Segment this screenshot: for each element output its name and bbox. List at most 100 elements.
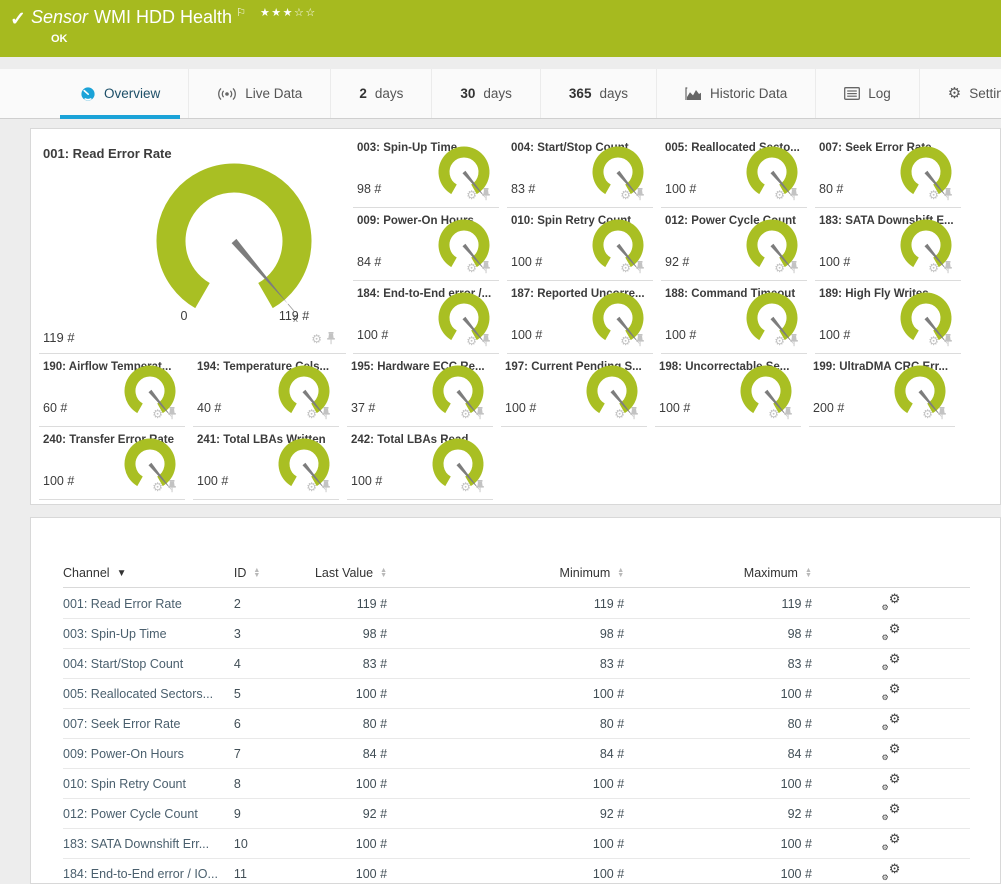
column-header-last-value[interactable]: Last Value▲▼ <box>303 566 387 580</box>
table-row[interactable]: 183: SATA Downshift Err...10100 #100 #10… <box>63 829 970 859</box>
tab-log[interactable]: Log <box>815 69 919 118</box>
channel-settings-gear-icon[interactable]: ⚙ <box>466 262 477 274</box>
gauge-tile[interactable]: 004: Start/Stop Count 83 #⚙ <box>507 136 653 208</box>
tab-365-days[interactable]: 365days <box>540 69 656 118</box>
tab-live-data[interactable]: Live Data <box>188 69 330 118</box>
channel-settings-gear-icon[interactable]: ⚙ <box>774 262 785 274</box>
gauge-tile[interactable]: 190: Airflow Temperat... 60 #⚙ <box>39 355 185 427</box>
column-header-maximum[interactable]: Maximum▲▼ <box>624 566 812 580</box>
pin-icon[interactable] <box>481 261 491 274</box>
table-row[interactable]: 010: Spin Retry Count8100 #100 #100 #⚙⚙ <box>63 769 970 799</box>
channel-settings-gear-icon[interactable]: ⚙ <box>928 189 939 201</box>
gauge-tile[interactable]: 009: Power-On Hours 84 #⚙ <box>353 209 499 281</box>
gauge-tile[interactable]: 199: UltraDMA CRC Err... 200 #⚙ <box>809 355 955 427</box>
cell-channel[interactable]: 004: Start/Stop Count <box>63 657 234 671</box>
channel-settings-gear-icon[interactable]: ⚙ <box>152 408 163 420</box>
table-row[interactable]: 003: Spin-Up Time398 #98 #98 #⚙⚙ <box>63 619 970 649</box>
gauge-tile[interactable]: 240: Transfer Error Rate 100 #⚙ <box>39 428 185 500</box>
channel-settings-gear-icon[interactable]: ⚙ <box>306 481 317 493</box>
gauge-tile[interactable]: 183: SATA Downshift E... 100 #⚙ <box>815 209 961 281</box>
channel-settings-gear-icon[interactable]: ⚙ <box>466 335 477 347</box>
gauge-tile[interactable]: 005: Reallocated Secto... 100 #⚙ <box>661 136 807 208</box>
pin-icon[interactable] <box>167 480 177 493</box>
channel-settings-gear-icon[interactable]: ⚙ <box>620 262 631 274</box>
channel-settings-gear-icon[interactable]: ⚙ <box>306 408 317 420</box>
channel-settings-gear-icon[interactable]: ⚙ <box>774 335 785 347</box>
pin-icon[interactable] <box>943 188 953 201</box>
cell-channel[interactable]: 184: End-to-End error / IO... <box>63 867 234 881</box>
cell-channel[interactable]: 010: Spin Retry Count <box>63 777 234 791</box>
channel-gears-icon[interactable]: ⚙⚙ <box>881 864 900 881</box>
column-header-channel[interactable]: Channel▼ <box>63 566 234 580</box>
pin-icon[interactable] <box>481 188 491 201</box>
table-row[interactable]: 001: Read Error Rate2119 #119 #119 #⚙⚙ <box>63 589 970 619</box>
pin-icon[interactable] <box>326 332 336 345</box>
channel-settings-gear-icon[interactable]: ⚙ <box>311 333 322 345</box>
channel-settings-gear-icon[interactable]: ⚙ <box>614 408 625 420</box>
channel-gears-icon[interactable]: ⚙⚙ <box>881 594 900 611</box>
channel-settings-gear-icon[interactable]: ⚙ <box>768 408 779 420</box>
gauge-tile[interactable]: 197: Current Pending S... 100 #⚙ <box>501 355 647 427</box>
gauge-tile[interactable]: 195: Hardware ECC Re... 37 #⚙ <box>347 355 493 427</box>
channel-settings-gear-icon[interactable]: ⚙ <box>460 481 471 493</box>
gauge-tile[interactable]: 242: Total LBAs Read 100 #⚙ <box>347 428 493 500</box>
gauge-tile[interactable]: 012: Power Cycle Count 92 #⚙ <box>661 209 807 281</box>
gauge-tile[interactable]: 003: Spin-Up Time 98 #⚙ <box>353 136 499 208</box>
pin-icon[interactable] <box>943 261 953 274</box>
gauge-tile[interactable]: 010: Spin Retry Count 100 #⚙ <box>507 209 653 281</box>
tab-settings[interactable]: ⚙Settings <box>919 69 1001 118</box>
table-row[interactable]: 184: End-to-End error / IO...11100 #100 … <box>63 859 970 884</box>
table-row[interactable]: 004: Start/Stop Count483 #83 #83 #⚙⚙ <box>63 649 970 679</box>
tab-overview[interactable]: Overview <box>52 69 188 118</box>
pin-icon[interactable] <box>167 407 177 420</box>
pin-icon[interactable] <box>475 480 485 493</box>
channel-settings-gear-icon[interactable]: ⚙ <box>620 189 631 201</box>
channel-settings-gear-icon[interactable]: ⚙ <box>928 335 939 347</box>
channel-settings-gear-icon[interactable]: ⚙ <box>922 408 933 420</box>
pin-icon[interactable] <box>789 188 799 201</box>
pin-icon[interactable] <box>321 407 331 420</box>
gauge-tile[interactable]: 187: Reported Uncorre... 100 #⚙ <box>507 282 653 354</box>
pin-icon[interactable] <box>635 261 645 274</box>
cell-channel[interactable]: 005: Reallocated Sectors... <box>63 687 234 701</box>
gauge-tile[interactable]: 007: Seek Error Rate 80 #⚙ <box>815 136 961 208</box>
channel-settings-gear-icon[interactable]: ⚙ <box>620 335 631 347</box>
channel-gears-icon[interactable]: ⚙⚙ <box>881 834 900 851</box>
gauge-tile[interactable]: 198: Uncorrectable Se... 100 #⚙ <box>655 355 801 427</box>
cell-channel[interactable]: 012: Power Cycle Count <box>63 807 234 821</box>
cell-channel[interactable]: 007: Seek Error Rate <box>63 717 234 731</box>
pin-icon[interactable] <box>481 334 491 347</box>
channel-gears-icon[interactable]: ⚙⚙ <box>881 804 900 821</box>
tab-historic-data[interactable]: Historic Data <box>656 69 815 118</box>
gauge-tile[interactable]: 188: Command Timeout 100 #⚙ <box>661 282 807 354</box>
table-row[interactable]: 005: Reallocated Sectors...5100 #100 #10… <box>63 679 970 709</box>
channel-gears-icon[interactable]: ⚙⚙ <box>881 744 900 761</box>
gauge-tile[interactable]: 194: Temperature Cels... 40 #⚙ <box>193 355 339 427</box>
channel-gears-icon[interactable]: ⚙⚙ <box>881 774 900 791</box>
channel-gears-icon[interactable]: ⚙⚙ <box>881 654 900 671</box>
cell-channel[interactable]: 183: SATA Downshift Err... <box>63 837 234 851</box>
pin-icon[interactable] <box>635 188 645 201</box>
channel-settings-gear-icon[interactable]: ⚙ <box>928 262 939 274</box>
channel-gears-icon[interactable]: ⚙⚙ <box>881 624 900 641</box>
table-row[interactable]: 007: Seek Error Rate680 #80 #80 #⚙⚙ <box>63 709 970 739</box>
pin-icon[interactable] <box>635 334 645 347</box>
pin-icon[interactable] <box>943 334 953 347</box>
pin-icon[interactable] <box>789 334 799 347</box>
cell-channel[interactable]: 001: Read Error Rate <box>63 597 234 611</box>
column-header-id[interactable]: ID▲▼ <box>234 566 303 580</box>
pin-icon[interactable] <box>937 407 947 420</box>
gauge-tile[interactable]: 189: High Fly Writes 100 #⚙ <box>815 282 961 354</box>
pin-icon[interactable] <box>475 407 485 420</box>
tab-30-days[interactable]: 30days <box>431 69 540 118</box>
cell-channel[interactable]: 009: Power-On Hours <box>63 747 234 761</box>
channel-settings-gear-icon[interactable]: ⚙ <box>774 189 785 201</box>
channel-gears-icon[interactable]: ⚙⚙ <box>881 714 900 731</box>
tab-2-days[interactable]: 2days <box>330 69 431 118</box>
pin-icon[interactable] <box>789 261 799 274</box>
pin-icon[interactable] <box>321 480 331 493</box>
pin-icon[interactable] <box>629 407 639 420</box>
channel-settings-gear-icon[interactable]: ⚙ <box>152 481 163 493</box>
priority-stars[interactable]: ★★★☆☆ <box>260 7 317 19</box>
flag-icon[interactable]: ⚐ <box>236 7 246 19</box>
